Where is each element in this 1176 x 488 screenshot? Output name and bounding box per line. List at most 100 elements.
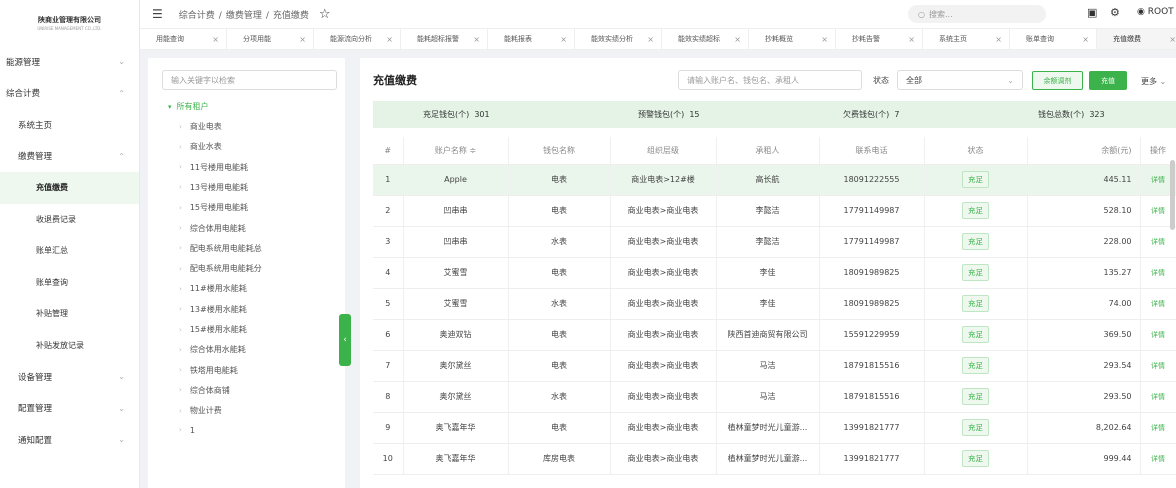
close-icon[interactable]: × bbox=[212, 35, 219, 44]
user-menu[interactable]: ◉ ROOT bbox=[1137, 7, 1174, 17]
status-cell: 充足 bbox=[924, 350, 1028, 382]
tab[interactable]: 分项用能 × bbox=[227, 29, 314, 49]
tree-node[interactable]: › 配电系统用电能耗总 bbox=[179, 243, 262, 254]
tab-label: 系统主页 bbox=[939, 35, 967, 43]
tab[interactable]: 账单查询 × bbox=[1010, 29, 1097, 49]
tab[interactable]: 抄耗告警 × bbox=[836, 29, 923, 49]
tab[interactable]: 充值缴费 × bbox=[1097, 29, 1176, 49]
detail-link[interactable]: 详情 bbox=[1140, 257, 1176, 289]
table-row[interactable]: 4 艾蜜雪 电表 商业电表>商业电表 李佳 18091989825 充足 135.27 详情 bbox=[373, 257, 1176, 289]
table-row[interactable]: 2 凹串串 电表 商业电表>商业电表 李懿洁 17791149987 充足 528.10 详情 bbox=[373, 195, 1176, 227]
sidebar-item[interactable]: 收退费记录 bbox=[0, 204, 139, 236]
tab[interactable]: 能耗报表 × bbox=[488, 29, 575, 49]
tree-node[interactable]: › 配电系统用电能耗分 bbox=[179, 263, 262, 274]
gear-icon[interactable]: ⚙ bbox=[1110, 6, 1120, 19]
table-row[interactable]: 8 奥尔黛丝 水表 商业电表>商业电表 马洁 18791815516 充足 293.50 详情 bbox=[373, 381, 1176, 413]
close-icon[interactable]: × bbox=[386, 35, 393, 44]
table-cell: 18791815516 bbox=[819, 381, 925, 413]
tab[interactable]: 抄耗概览 × bbox=[749, 29, 836, 49]
close-icon[interactable]: × bbox=[908, 35, 915, 44]
detail-link[interactable]: 详情 bbox=[1140, 226, 1176, 258]
tree-node[interactable]: › 物业计费 bbox=[179, 405, 222, 416]
tab[interactable]: 能效实绩超标 × bbox=[662, 29, 749, 49]
tab-bar: 用能查询 × 分项用能 × 能源流向分析 × 能耗超标报警 × 能耗报表 × 能效实绩分析 × 能效实绩… bbox=[140, 28, 1176, 50]
global-search-input[interactable]: ○ 搜索... bbox=[908, 5, 1046, 23]
close-icon[interactable]: × bbox=[473, 35, 480, 44]
table-cell: 135.27 bbox=[1027, 257, 1141, 289]
sidebar-item-label: 系统主页 bbox=[18, 120, 53, 131]
balance-adjust-button[interactable]: 余额调剂 bbox=[1032, 71, 1083, 90]
detail-link[interactable]: 详情 bbox=[1140, 288, 1176, 320]
chevron-icon: ⌃ bbox=[118, 88, 125, 98]
table-scrollbar[interactable] bbox=[1170, 160, 1175, 230]
close-icon[interactable]: × bbox=[1082, 35, 1089, 44]
sidebar-item[interactable]: 配置管理 ⌄ bbox=[0, 393, 139, 425]
detail-link[interactable]: 详情 bbox=[1140, 381, 1176, 413]
folder-icon[interactable]: ▣ bbox=[1087, 6, 1097, 19]
tree-node[interactable]: › 综合体用电能耗 bbox=[179, 223, 246, 234]
sidebar-item[interactable]: 设备管理 ⌄ bbox=[0, 361, 139, 393]
tab[interactable]: 能效实绩分析 × bbox=[575, 29, 662, 49]
table-row[interactable]: 5 艾蜜雪 水表 商业电表>商业电表 李佳 18091989825 充足 74.00 详情 bbox=[373, 288, 1176, 320]
detail-link[interactable]: 详情 bbox=[1140, 350, 1176, 382]
tree-node-root[interactable]: ▾ 所有租户 bbox=[168, 101, 209, 112]
table-row[interactable]: 7 奥尔黛丝 电表 商业电表>商业电表 马洁 18791815516 充足 293.54 详情 bbox=[373, 350, 1176, 382]
charge-button[interactable]: 充值 bbox=[1089, 71, 1127, 90]
table-cell: 水表 bbox=[508, 226, 611, 258]
tab[interactable]: 能源流向分析 × bbox=[314, 29, 401, 49]
tree-node[interactable]: › 铁塔用电能耗 bbox=[179, 365, 238, 376]
tree-node[interactable]: › 1 bbox=[179, 426, 195, 435]
account-search-input[interactable]: 请输入账户名、钱包名、承租人 bbox=[678, 70, 862, 90]
more-menu[interactable]: 更多 ⌄ bbox=[1141, 76, 1166, 87]
sidebar-item[interactable]: 补贴管理 bbox=[0, 298, 139, 330]
tree-node[interactable]: › 15#楼用水能耗 bbox=[179, 324, 247, 335]
tree-node[interactable]: › 综合体商铺 bbox=[179, 385, 230, 396]
favorite-star-icon[interactable]: ☆ bbox=[319, 7, 331, 22]
sidebar-item[interactable]: 能源管理 ⌄ bbox=[0, 46, 139, 78]
collapse-panel-button[interactable]: ‹ bbox=[339, 314, 351, 366]
tree-node[interactable]: › 15号楼用电能耗 bbox=[179, 202, 248, 213]
breadcrumb-item[interactable]: 综合计费 bbox=[179, 11, 215, 21]
menu-toggle-icon[interactable]: ☰ bbox=[152, 7, 163, 21]
detail-link[interactable]: 详情 bbox=[1140, 319, 1176, 351]
tree-node[interactable]: › 商业水表 bbox=[179, 141, 222, 152]
sidebar-item[interactable]: 充值缴费 bbox=[0, 172, 139, 204]
close-icon[interactable]: × bbox=[647, 35, 654, 44]
table-row[interactable]: 10 奥飞嘉年华 库房电表 商业电表>商业电表 植林童梦时光儿童游... 13991821… bbox=[373, 443, 1176, 475]
table-row[interactable]: 6 奥迪双钻 电表 商业电表>商业电表 陕西首迪商贸有限公司 15591229959 充足 3… bbox=[373, 319, 1176, 351]
tree-search-input[interactable]: 输入关键字以检索 bbox=[162, 70, 337, 90]
table-cell: 马洁 bbox=[716, 381, 820, 413]
table-row[interactable]: 3 凹串串 水表 商业电表>商业电表 李懿洁 17791149987 充足 228.00 详情 bbox=[373, 226, 1176, 258]
sidebar-item[interactable]: 通知配置 ⌄ bbox=[0, 424, 139, 456]
tree-node[interactable]: › 综合体用水能耗 bbox=[179, 344, 246, 355]
sidebar-item[interactable]: 补贴发放记录 bbox=[0, 330, 139, 362]
sidebar-item[interactable]: 账单查询 bbox=[0, 267, 139, 299]
tab[interactable]: 系统主页 × bbox=[923, 29, 1010, 49]
tab[interactable]: 用能查询 × bbox=[140, 29, 227, 49]
tree-node[interactable]: › 13号楼用电能耗 bbox=[179, 182, 248, 193]
breadcrumb-item[interactable]: 缴费管理 bbox=[226, 11, 262, 21]
tab[interactable]: 能耗超标报警 × bbox=[401, 29, 488, 49]
column-header[interactable]: 账户名称 ≑ bbox=[403, 137, 509, 165]
close-icon[interactable]: × bbox=[299, 35, 306, 44]
tree-node[interactable]: › 11号楼用电能耗 bbox=[179, 162, 248, 173]
close-icon[interactable]: × bbox=[734, 35, 741, 44]
detail-link[interactable]: 详情 bbox=[1140, 443, 1176, 475]
sidebar-item[interactable]: 账单汇总 bbox=[0, 235, 139, 267]
table-cell: 商业电表>商业电表 bbox=[610, 257, 717, 289]
sidebar-item[interactable]: 系统主页 bbox=[0, 109, 139, 141]
sidebar-item[interactable]: 综合计费 ⌃ bbox=[0, 78, 139, 110]
detail-link[interactable]: 详情 bbox=[1140, 412, 1176, 444]
tree-node[interactable]: › 商业电表 bbox=[179, 121, 222, 132]
close-icon[interactable]: × bbox=[560, 35, 567, 44]
close-icon[interactable]: × bbox=[821, 35, 828, 44]
table-cell: 商业电表>商业电表 bbox=[610, 350, 717, 382]
status-select[interactable]: 全部 ⌄ bbox=[897, 70, 1023, 90]
table-row[interactable]: 9 奥飞嘉年华 电表 商业电表>商业电表 植林童梦时光儿童游... 13991821777… bbox=[373, 412, 1176, 444]
tree-node[interactable]: › 13#楼用水能耗 bbox=[179, 304, 247, 315]
close-icon[interactable]: × bbox=[995, 35, 1002, 44]
tree-node[interactable]: › 11#楼用水能耗 bbox=[179, 283, 247, 294]
close-icon[interactable]: × bbox=[1169, 35, 1176, 44]
sidebar-item[interactable]: 缴费管理 ⌃ bbox=[0, 141, 139, 173]
table-row[interactable]: 1 Apple 电表 商业电表>12#楼 高长航 18091222555 充足 445.11 详… bbox=[373, 164, 1176, 196]
